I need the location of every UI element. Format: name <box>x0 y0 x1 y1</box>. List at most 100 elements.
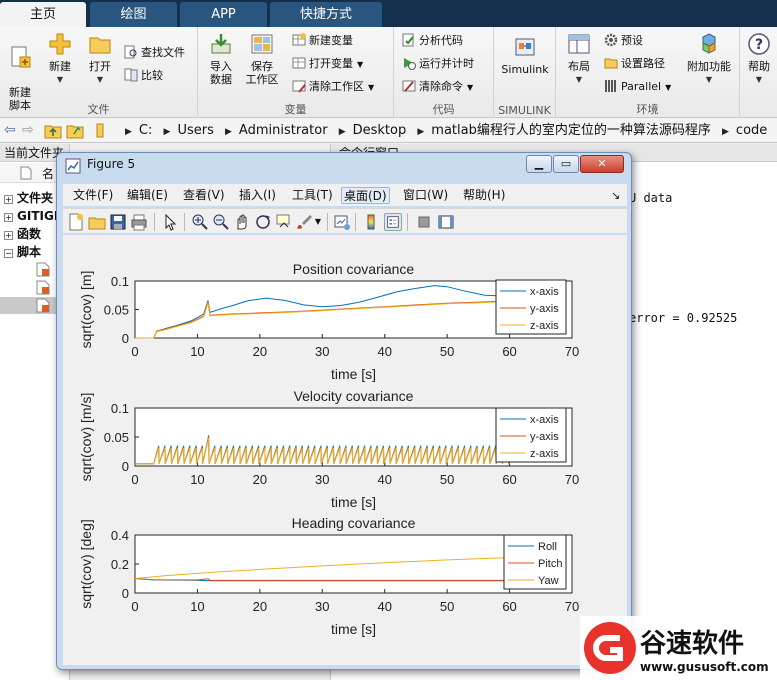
show-plot-tools-icon[interactable] <box>437 213 455 231</box>
new-variable-button[interactable]: 新建变量 <box>292 32 353 50</box>
expand-icon[interactable]: + <box>4 213 13 222</box>
menu-tools[interactable]: 工具(T) <box>290 187 335 204</box>
tab-shortcuts[interactable]: 快捷方式 <box>270 2 382 27</box>
compare-button[interactable]: 比较 <box>124 67 163 85</box>
pan-hand-icon[interactable] <box>233 213 251 231</box>
browse-folder-icon[interactable] <box>66 122 84 139</box>
gear-icon <box>604 33 618 47</box>
new-script-button[interactable]: 新建 脚本 <box>4 32 36 112</box>
expand-icon[interactable]: + <box>4 195 13 204</box>
open-button[interactable]: 打开 ▼ <box>84 32 116 86</box>
save-workspace-button[interactable]: 保存 工作区 <box>244 32 280 86</box>
section-label-environment: 环境 <box>636 103 659 116</box>
script-file-icon[interactable] <box>36 280 50 295</box>
import-data-button[interactable]: 导入 数据 <box>204 32 238 86</box>
x-tick-label: 20 <box>253 344 267 359</box>
figure-canvas[interactable]: Position covariance 0 10 20 30 40 50 60 70 0 0.05 0… <box>63 235 627 665</box>
parallel-button[interactable]: Parallel ▼ <box>604 78 671 96</box>
layout-button[interactable]: 布局 ▼ <box>562 32 596 86</box>
help-button[interactable]: ? 帮助 ▼ <box>743 32 775 86</box>
x-tick-label: 20 <box>253 472 267 487</box>
simulink-label: Simulink <box>501 63 549 76</box>
up-folder-icon[interactable] <box>44 122 62 139</box>
simulink-button[interactable]: Simulink <box>498 35 552 76</box>
hide-plot-tools-icon[interactable] <box>415 213 433 231</box>
tree-item-label: 脚本 <box>17 245 42 259</box>
legend-icon[interactable] <box>384 213 402 231</box>
pointer-icon[interactable] <box>161 213 179 231</box>
section-label-simulink: SIMULINK <box>498 104 551 117</box>
data-cursor-icon[interactable] <box>275 213 293 231</box>
menu-edit[interactable]: 编辑(E) <box>125 187 170 204</box>
save-icon[interactable] <box>109 213 127 231</box>
new-figure-icon[interactable] <box>67 213 85 231</box>
link-plot-icon[interactable] <box>333 213 351 231</box>
addons-button[interactable]: 附加功能 ▼ <box>684 32 734 86</box>
forward-arrow-icon[interactable]: ⇨ <box>22 122 34 139</box>
chevron-down-icon: ▼ <box>467 83 474 92</box>
close-button[interactable]: ✕ <box>580 155 624 173</box>
clear-workspace-button[interactable]: 清除工作区 ▼ <box>292 78 374 96</box>
back-arrow-icon[interactable]: ⇦ <box>4 122 16 139</box>
y-tick-label: 0.1 <box>111 401 129 416</box>
clear-commands-button[interactable]: 清除命令 ▼ <box>402 78 473 96</box>
expand-icon[interactable]: + <box>4 231 13 240</box>
chevron-down-icon[interactable]: ▼ <box>313 213 323 231</box>
breadcrumb-item[interactable]: Administrator <box>239 123 328 138</box>
new-button[interactable]: 新建 ▼ <box>44 32 76 86</box>
figure-title: Figure 5 <box>87 157 136 171</box>
zoom-out-icon[interactable] <box>212 213 230 231</box>
breadcrumb-item[interactable]: code <box>736 123 767 138</box>
figure-title-bar[interactable]: Figure 5 ▁ ▭ ✕ <box>57 153 631 179</box>
menu-desktop[interactable]: 桌面(D) <box>341 187 390 204</box>
brush-icon[interactable] <box>296 213 314 231</box>
minimize-button[interactable]: ▁ <box>526 155 552 173</box>
tab-apps[interactable]: APP <box>180 2 267 27</box>
breadcrumb-item[interactable]: Desktop <box>353 123 407 138</box>
x-tick-label: 60 <box>502 344 516 359</box>
find-files-button[interactable]: 查找文件 <box>124 44 185 62</box>
parallel-label: Parallel <box>621 80 662 93</box>
colorbar-icon[interactable] <box>362 213 380 231</box>
tab-plots[interactable]: 绘图 <box>90 2 177 27</box>
chart-title: Position covariance <box>293 261 415 277</box>
toolbar-separator <box>184 213 185 231</box>
rotate-3d-icon[interactable] <box>254 213 272 231</box>
figure-window[interactable]: Figure 5 ▁ ▭ ✕ 文件(F) 编辑(E) 查看(V) 插入(I) 工… <box>56 152 632 670</box>
import-data-label: 导入 数据 <box>210 60 232 86</box>
x-tick-label: 40 <box>377 599 391 614</box>
set-path-button[interactable]: 设置路径 <box>604 55 665 73</box>
dock-arrow-icon[interactable]: ↘ <box>609 187 622 204</box>
open-file-icon[interactable] <box>88 213 106 231</box>
menu-view[interactable]: 查看(V) <box>181 187 227 204</box>
addons-label: 附加功能 <box>687 60 731 73</box>
new-variable-icon <box>292 33 306 46</box>
print-icon[interactable] <box>130 213 148 231</box>
menu-help[interactable]: 帮助(H) <box>461 187 507 204</box>
menu-window[interactable]: 窗口(W) <box>401 187 450 204</box>
maximize-button[interactable]: ▭ <box>553 155 579 173</box>
run-and-time-button[interactable]: 运行并计时 <box>402 55 474 73</box>
breadcrumb-item[interactable]: matlab编程行人的室内定位的一种算法源码程序 <box>431 123 711 138</box>
tab-home[interactable]: 主页 <box>0 2 86 27</box>
clear-workspace-label: 清除工作区 <box>309 80 364 93</box>
x-tick-label: 50 <box>440 599 454 614</box>
legend-label: Roll <box>538 541 557 553</box>
x-tick-label: 60 <box>502 472 516 487</box>
script-file-icon[interactable] <box>36 262 50 277</box>
x-axis-label: time [s] <box>331 621 376 637</box>
chevron-down-icon: ▼ <box>665 83 672 92</box>
plot-area[interactable]: Position covariance 0 10 20 30 40 50 60 70 0 0.05 0… <box>63 235 627 665</box>
collapse-icon[interactable]: − <box>4 249 13 258</box>
menu-file[interactable]: 文件(F) <box>71 187 115 204</box>
menu-insert[interactable]: 插入(I) <box>237 187 278 204</box>
preferences-button[interactable]: 预设 <box>604 32 643 50</box>
analyze-code-button[interactable]: 分析代码 <box>402 32 463 50</box>
open-variable-button[interactable]: 打开变量 ▼ <box>292 55 363 73</box>
zoom-in-icon[interactable] <box>191 213 209 231</box>
breadcrumb-item[interactable]: C: <box>139 123 152 138</box>
breadcrumb-item[interactable]: Users <box>177 123 213 138</box>
x-tick-label: 40 <box>377 344 391 359</box>
watermark: 谷速软件 www.gususoft.com <box>580 616 777 680</box>
x-axis-label: time [s] <box>331 494 376 510</box>
